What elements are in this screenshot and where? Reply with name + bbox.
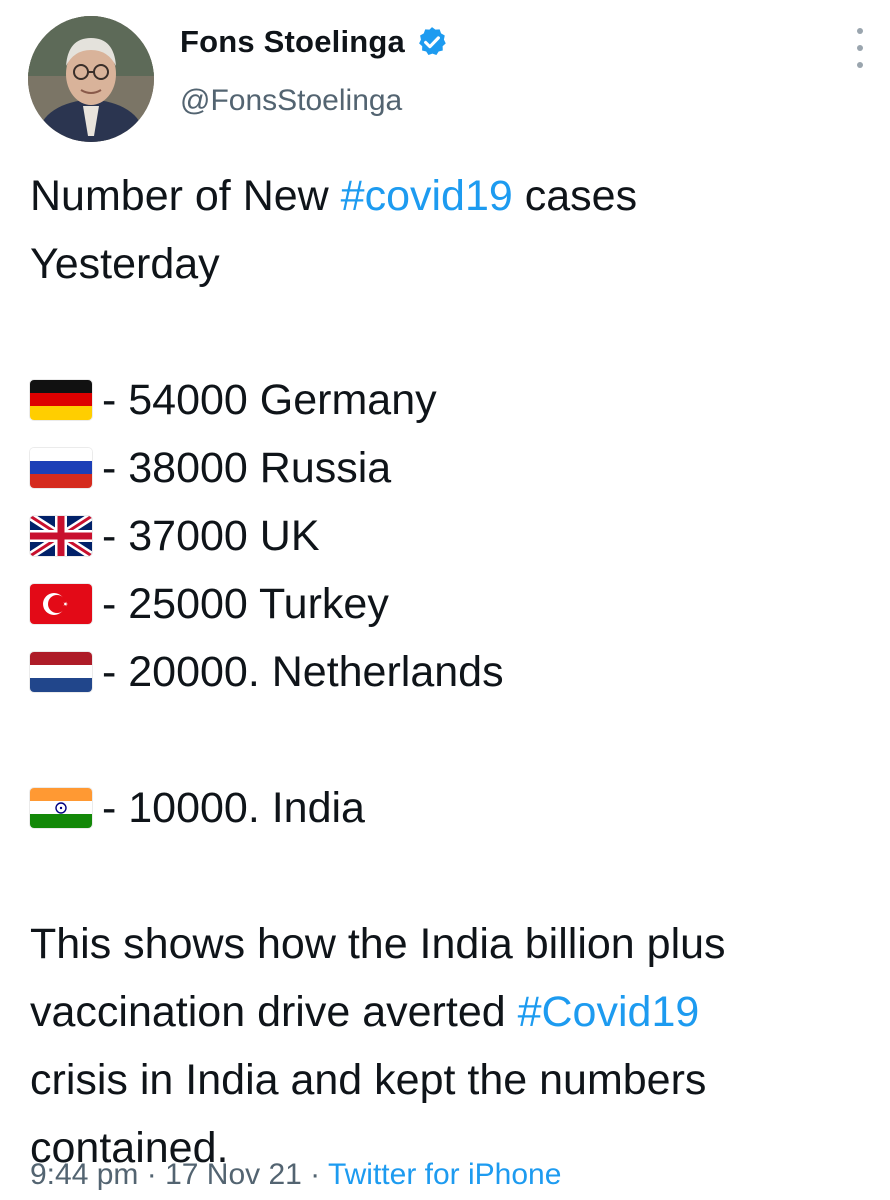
case-row: - 20000. Netherlands [30, 638, 875, 706]
tweet-line: crisis in India and kept the numbers [30, 1056, 707, 1104]
tweet-date[interactable]: 17 Nov 21 [165, 1158, 302, 1191]
case-row: - 54000 Germany [30, 366, 875, 434]
tweet-text-segment: cases [512, 172, 638, 220]
hashtag-link[interactable]: #covid19 [341, 172, 513, 220]
author-display-name[interactable]: Fons Stoelinga [180, 24, 405, 60]
avatar[interactable] [28, 16, 154, 142]
russia-flag-icon [30, 448, 92, 488]
case-row-text: - 10000. India [102, 784, 365, 832]
case-row-text: - 37000 UK [102, 512, 320, 560]
turkey-flag-icon [30, 584, 92, 624]
verified-badge-icon [415, 25, 449, 59]
tweet-line: Yesterday [30, 240, 220, 288]
case-row-text: - 20000. Netherlands [102, 648, 504, 696]
dot [857, 62, 863, 68]
author-handle[interactable]: @FonsStoelinga [180, 84, 402, 118]
tweet-time[interactable]: 9:44 pm [30, 1158, 138, 1191]
tweet-text-segment: Number of New [30, 172, 341, 220]
tweet-line: vaccination drive averted #Covid19 [30, 978, 875, 1046]
separator: · [301, 1158, 328, 1191]
dot [857, 28, 863, 34]
tweet-header: Fons Stoelinga @FonsStoelinga [0, 0, 890, 150]
germany-flag-icon [30, 380, 92, 420]
case-row-text: - 38000 Russia [102, 444, 392, 492]
hashtag-link[interactable]: #Covid19 [518, 988, 700, 1036]
separator: · [138, 1158, 166, 1191]
case-row: - 37000 UK [30, 502, 875, 570]
author-name-row: Fons Stoelinga [180, 24, 449, 60]
tweet-source-link[interactable]: Twitter for iPhone [328, 1158, 561, 1191]
more-options-icon[interactable] [848, 28, 872, 68]
case-row-text: - 54000 Germany [102, 376, 437, 424]
tweet-text-segment: vaccination drive averted [30, 988, 518, 1036]
case-row: - 38000 Russia [30, 434, 875, 502]
uk-flag-icon [30, 516, 92, 556]
netherlands-flag-icon [30, 652, 92, 692]
india-flag-icon [30, 788, 92, 828]
case-row: - 25000 Turkey [30, 570, 875, 638]
case-row-text: - 25000 Turkey [102, 580, 389, 628]
tweet-metadata: 9:44 pm · 17 Nov 21 · Twitter for iPhone [30, 1158, 561, 1192]
tweet-line: Number of New #covid19 cases [30, 162, 875, 230]
dot [857, 45, 863, 51]
tweet-text: Number of New #covid19 cases Yesterday -… [30, 162, 875, 1182]
tweet-line: This shows how the India billion plus [30, 920, 726, 968]
case-row: - 10000. India [30, 774, 875, 842]
